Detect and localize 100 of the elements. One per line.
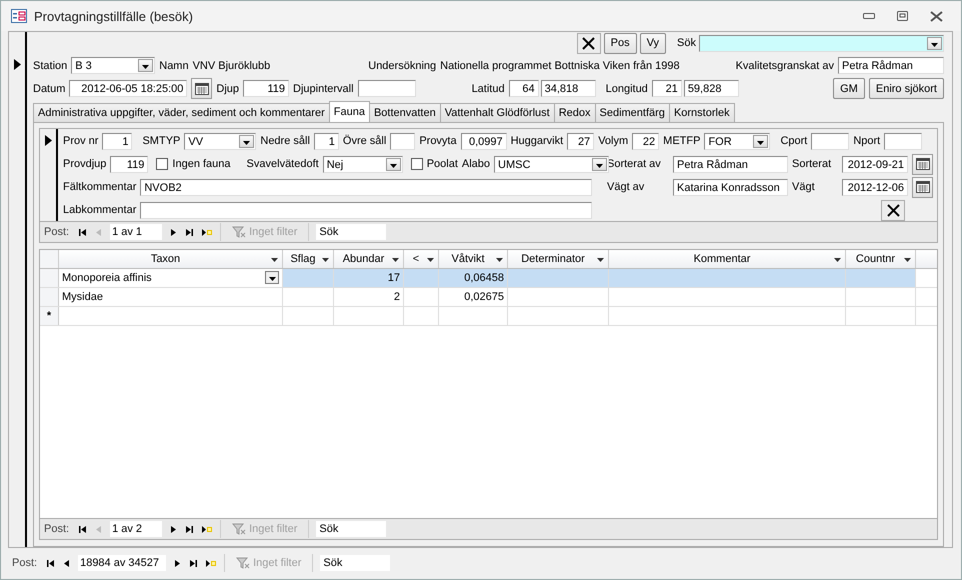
field-label: Provyta <box>419 135 457 147</box>
new-record-icon[interactable] <box>201 524 214 534</box>
caret-icon <box>931 42 938 46</box>
table-row[interactable]: Mysidae 2 0,02675 <box>40 288 937 307</box>
undo-button[interactable] <box>576 32 601 54</box>
undo-button[interactable] <box>881 200 905 220</box>
date-field[interactable]: 2012-09-21 <box>842 156 908 172</box>
column-header[interactable]: Våtvikt <box>439 250 508 268</box>
tab[interactable]: Sedimentfärg <box>594 103 670 122</box>
text-field[interactable]: 119 <box>243 80 290 97</box>
text-field[interactable] <box>358 80 416 97</box>
record-field[interactable]: 18984 av 34527 <box>78 555 166 571</box>
first-record-icon[interactable] <box>78 524 88 534</box>
search-label: Sök <box>677 37 696 49</box>
restore-icon[interactable] <box>897 11 908 21</box>
field-label: Vägt <box>792 181 816 193</box>
x-icon <box>582 36 596 50</box>
tab[interactable]: Vattenhalt Glödförlust <box>440 103 555 122</box>
comment-field[interactable]: NVOB2 <box>140 178 592 196</box>
text-field[interactable] <box>884 132 922 150</box>
text-field[interactable] <box>390 132 416 150</box>
field-label: METFP <box>663 135 700 147</box>
map-button[interactable]: GM <box>833 78 865 99</box>
text-field[interactable]: 34,818 <box>540 80 596 97</box>
text-field[interactable]: 0,0997 <box>460 132 507 150</box>
last-record-icon[interactable] <box>185 228 194 236</box>
first-record-icon[interactable] <box>78 228 88 236</box>
record-field[interactable]: 1 av 1 <box>110 224 162 240</box>
column-header[interactable]: Abundar <box>334 250 404 268</box>
search-combo[interactable] <box>699 34 944 52</box>
previous-record-icon[interactable] <box>62 558 72 568</box>
checkbox[interactable] <box>410 158 423 170</box>
text-field[interactable]: 64 <box>508 80 539 97</box>
toolbar-button[interactable]: Vy <box>640 32 666 54</box>
text-field[interactable] <box>811 132 850 150</box>
table-cell: Mysidae <box>59 288 283 306</box>
text-field[interactable]: Petra Rådman <box>673 156 788 172</box>
first-record-icon[interactable] <box>46 558 56 568</box>
caret-icon <box>392 258 399 262</box>
text-field[interactable]: Katarina Konradsson <box>673 178 788 196</box>
date-field[interactable]: 2012-12-06 <box>842 178 908 196</box>
table-row[interactable]: Monoporeia affinis 17 0,06458 <box>40 269 937 288</box>
record-field[interactable]: 1 av 2 <box>110 521 162 537</box>
station-combo[interactable]: B 3 <box>71 57 156 74</box>
next-record-icon[interactable] <box>169 228 178 236</box>
field-label: Volym <box>598 135 628 147</box>
toolbar-button[interactable]: Pos <box>604 32 637 54</box>
x-icon <box>886 204 900 216</box>
new-record-icon[interactable] <box>205 558 218 568</box>
text-field[interactable]: 22 <box>632 132 660 150</box>
search-field[interactable]: Sök <box>316 224 386 240</box>
column-header[interactable]: Determinator <box>508 250 609 268</box>
column-header[interactable]: Kommentar <box>609 250 846 268</box>
close-icon[interactable] <box>930 10 943 22</box>
next-record-icon[interactable] <box>169 524 178 534</box>
method-combo[interactable]: FOR <box>704 132 770 150</box>
tab[interactable]: Redox <box>554 103 596 122</box>
text-field[interactable]: 27 <box>567 132 594 150</box>
nav-label: Post: <box>12 557 38 569</box>
caret-icon <box>597 258 604 262</box>
tab[interactable]: Bottenvatten <box>368 103 441 122</box>
caret-icon <box>904 258 911 262</box>
tab[interactable]: Kornstorlek <box>668 103 735 122</box>
search-field[interactable]: Sök <box>316 521 386 537</box>
text-field[interactable]: Petra Rådman <box>838 57 944 74</box>
last-record-icon[interactable] <box>185 524 194 534</box>
table-cell: 0,06458 <box>439 269 508 287</box>
caret-icon <box>243 140 250 144</box>
calendar-button[interactable] <box>912 154 933 174</box>
new-record-icon[interactable] <box>201 228 214 236</box>
minimize-icon[interactable] <box>863 13 875 19</box>
search-field[interactable]: Sök <box>320 555 390 571</box>
column-header[interactable]: Sflag <box>283 250 334 268</box>
text-field[interactable]: 59,828 <box>684 80 739 97</box>
corner-cell[interactable] <box>40 250 59 268</box>
text-field[interactable]: 1 <box>102 132 132 150</box>
text-field[interactable]: 119 <box>110 156 148 172</box>
text-field[interactable]: 21 <box>652 80 682 97</box>
calendar-button[interactable] <box>912 176 933 198</box>
field-label: Provdjup <box>63 158 106 170</box>
checkbox[interactable] <box>156 158 168 170</box>
comment-field[interactable] <box>140 202 592 218</box>
calendar-button[interactable] <box>191 78 212 99</box>
tab[interactable]: Administrativa uppgifter, väder, sediment och kommentarer <box>33 103 330 122</box>
field-label: Cport <box>780 135 808 147</box>
lab-combo[interactable]: UMSC <box>494 156 610 172</box>
tab[interactable]: Fauna <box>328 101 370 122</box>
form-icon <box>11 9 27 23</box>
nav-label: Post: <box>44 523 70 535</box>
date-field[interactable]: 2012-06-05 18:25:00 <box>69 80 188 97</box>
next-record-icon[interactable] <box>173 558 182 568</box>
column-header[interactable]: Countnr <box>846 250 916 268</box>
last-record-icon[interactable] <box>189 558 198 568</box>
odor-combo[interactable]: Nej <box>322 156 403 172</box>
column-header[interactable]: Taxon <box>59 250 283 268</box>
text-field[interactable]: 1 <box>314 132 339 150</box>
type-combo[interactable]: VV <box>184 132 256 150</box>
column-header[interactable]: < <box>404 250 439 268</box>
map-button[interactable]: Eniro sjökort <box>868 78 944 99</box>
caret-icon <box>268 277 276 281</box>
